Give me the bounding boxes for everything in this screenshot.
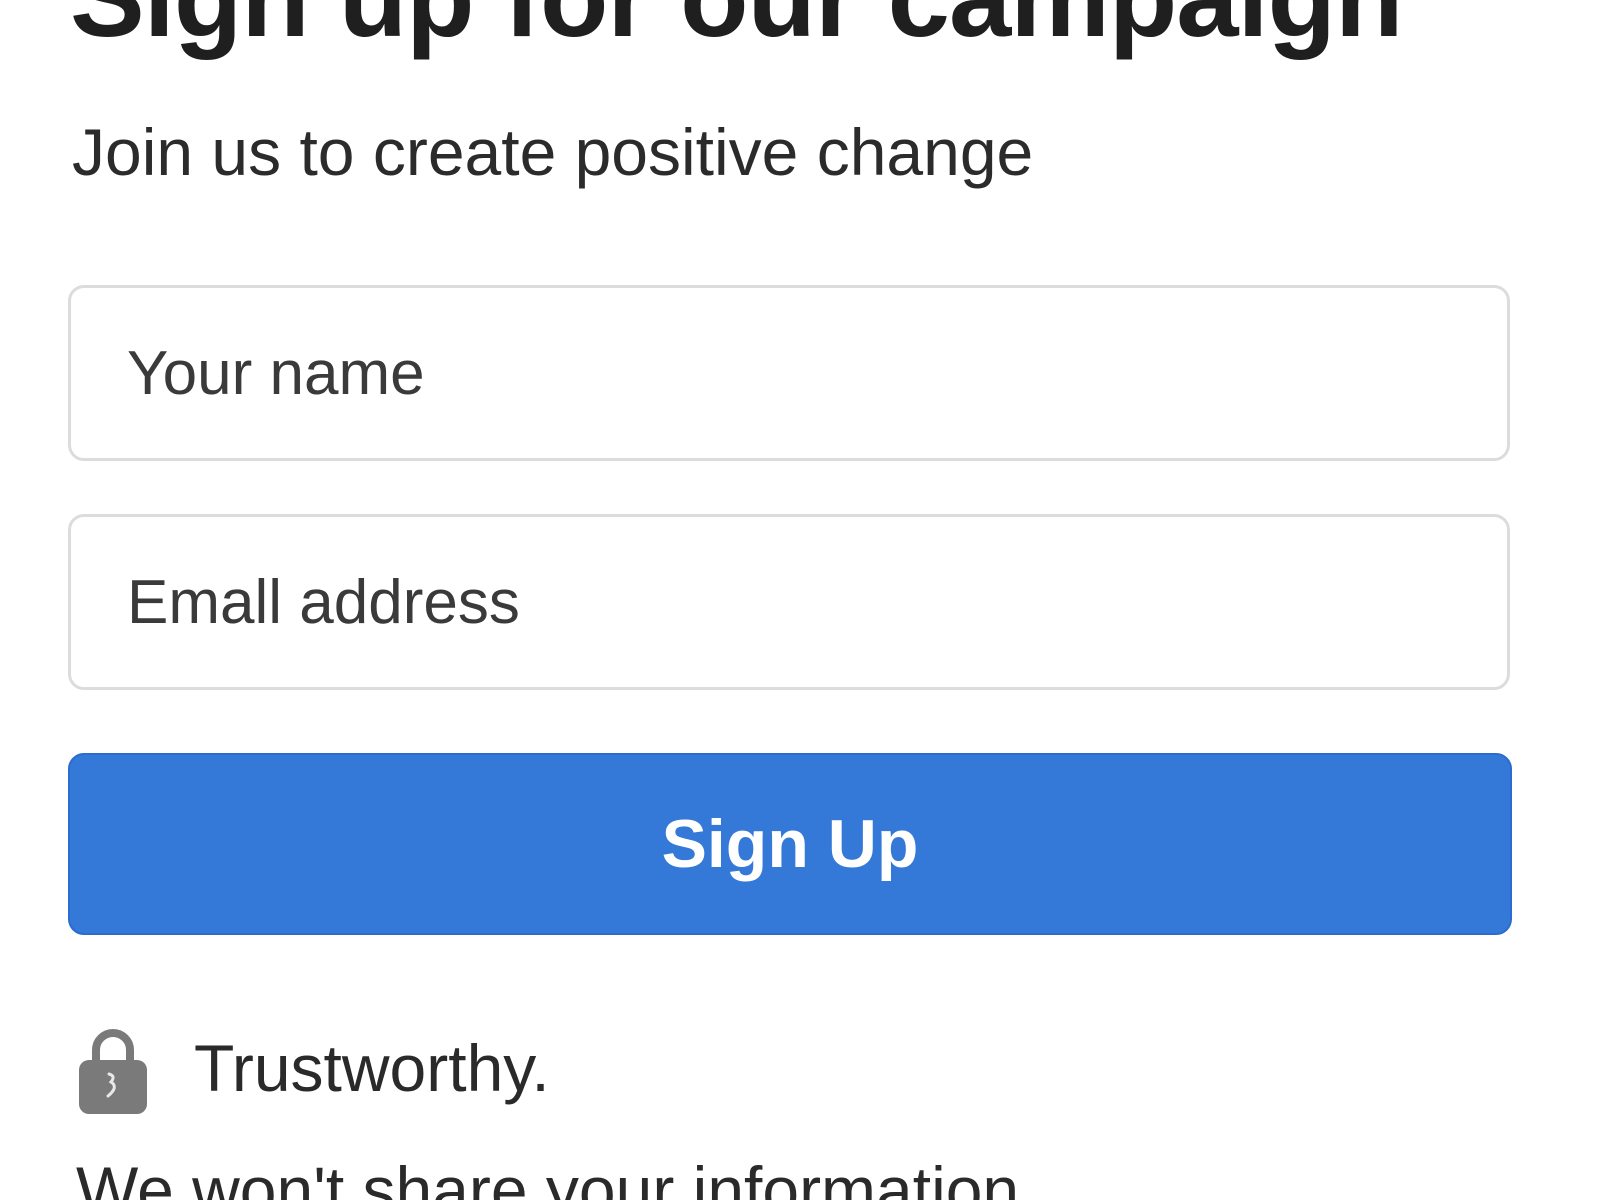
trust-row: Trustworthy. (78, 1020, 550, 1116)
sign-up-button[interactable]: Sign Up (68, 753, 1512, 935)
name-input[interactable] (68, 285, 1510, 461)
page-subtitle: Join us to create positive change (72, 115, 1034, 189)
lock-icon (79, 1029, 147, 1114)
page-title: Sign up for our campaign (70, 0, 1403, 58)
email-input[interactable] (68, 514, 1510, 690)
privacy-note: We won't share your information (76, 1153, 1020, 1200)
trust-label: Trustworthy. (194, 1031, 550, 1105)
